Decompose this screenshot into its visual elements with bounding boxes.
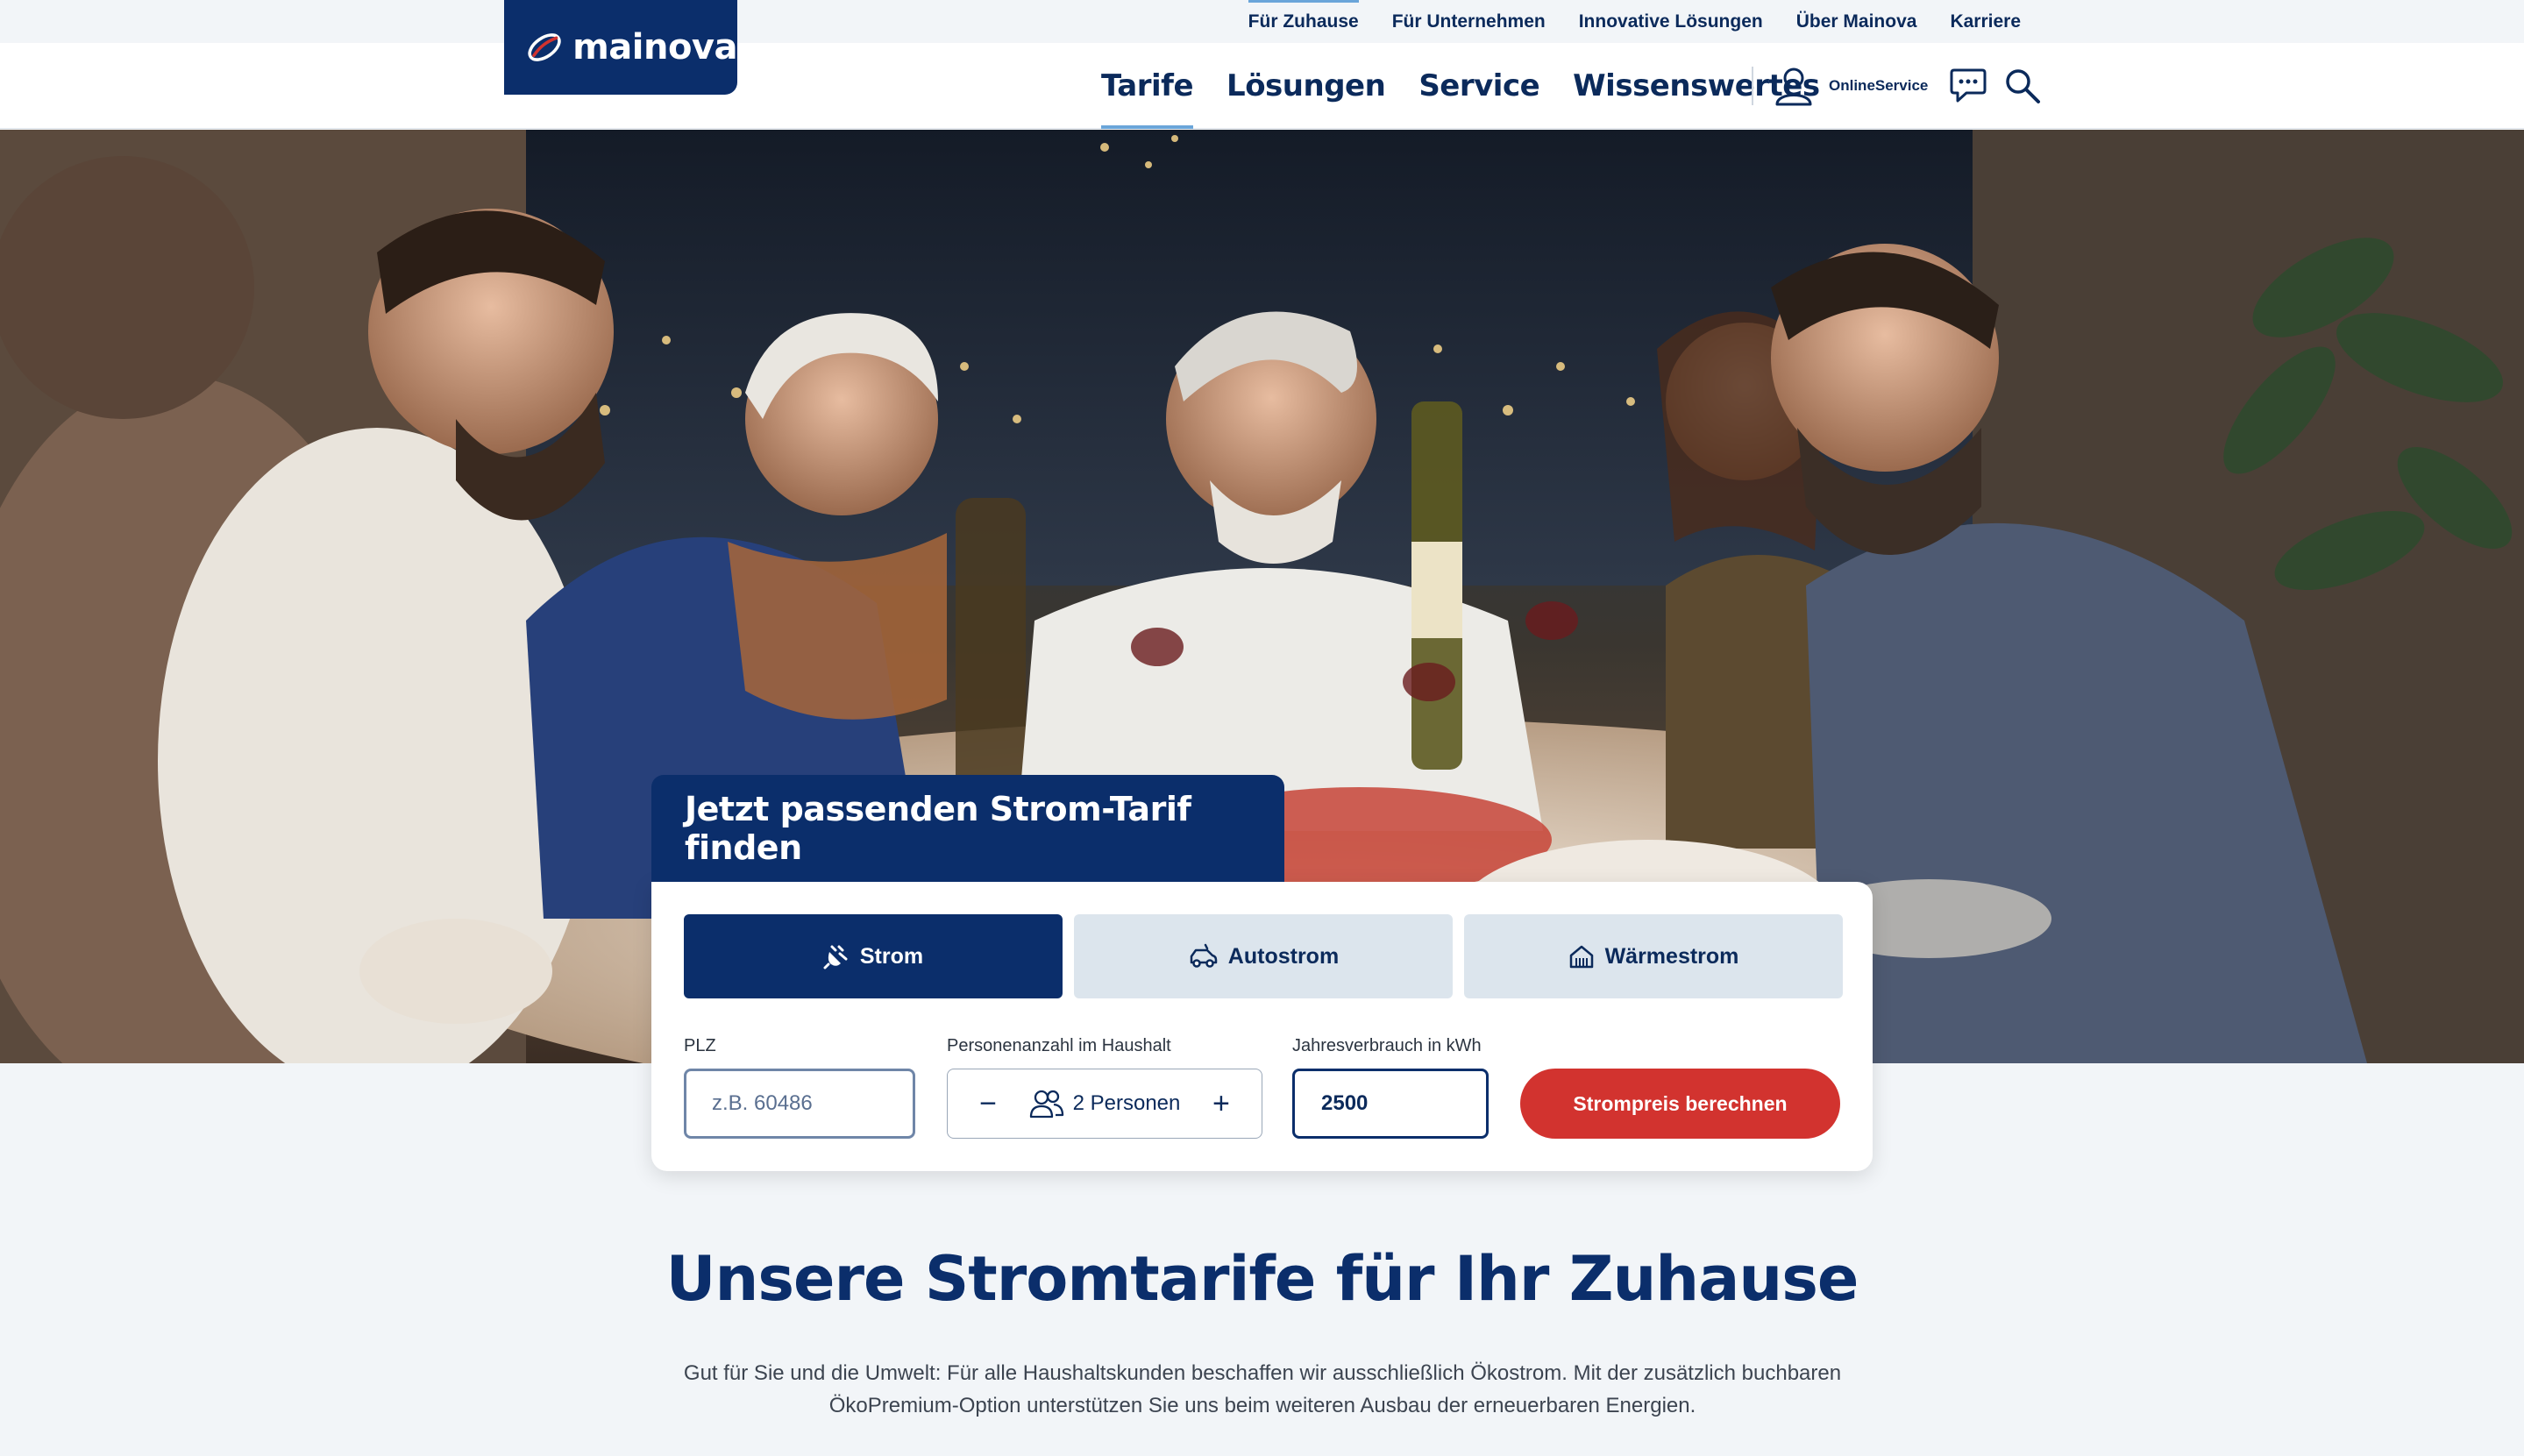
nav-tarife[interactable]: Tarife xyxy=(1101,43,1194,129)
persons-increment-button[interactable]: + xyxy=(1207,1089,1235,1119)
utility-links: Für Zuhause Für Unternehmen Innovative L… xyxy=(1248,0,2021,43)
online-service-link[interactable]: OnlineService xyxy=(1829,77,1928,95)
utility-link-unternehmen[interactable]: Für Unternehmen xyxy=(1392,0,1546,43)
nav-divider xyxy=(1752,67,1753,105)
utility-link-karriere[interactable]: Karriere xyxy=(1950,0,2021,43)
search-icon[interactable] xyxy=(2003,67,2042,105)
logo-mark-icon xyxy=(528,33,561,61)
tab-waermestrom-label: Wärmestrom xyxy=(1604,943,1739,969)
persons-value: 2 Personen xyxy=(1029,1089,1181,1119)
section-description: Gut für Sie und die Umwelt: Für alle Hau… xyxy=(683,1361,1842,1417)
plz-label: PLZ xyxy=(684,1036,716,1055)
user-icon[interactable] xyxy=(1774,66,1813,106)
house-heat-icon xyxy=(1569,945,1593,969)
logo-text: mainova xyxy=(572,27,737,67)
plug-icon xyxy=(823,945,848,969)
chat-icon[interactable] xyxy=(1949,67,1987,105)
mainova-logo[interactable]: mainova xyxy=(504,0,737,95)
tab-autostrom-label: Autostrom xyxy=(1227,943,1340,969)
finder-title: Jetzt passenden Strom-Tarif finden xyxy=(651,775,1284,882)
tab-waermestrom[interactable]: Wärmestrom xyxy=(1464,914,1843,998)
persons-value-text: 2 Personen xyxy=(1072,1091,1181,1115)
section-title: Unsere Stromtarife für Ihr Zuhause xyxy=(665,1243,1859,1315)
people-icon xyxy=(1029,1090,1063,1119)
kwh-input[interactable] xyxy=(1292,1069,1489,1139)
kwh-label: Jahresverbrauch in kWh xyxy=(1292,1036,1482,1055)
nav-service[interactable]: Service xyxy=(1418,43,1539,129)
utility-link-zuhause[interactable]: Für Zuhause xyxy=(1248,0,1359,43)
utility-link-innovative-loesungen[interactable]: Innovative Lösungen xyxy=(1579,0,1763,43)
car-icon xyxy=(1190,943,1218,968)
tariff-finder: Strom Autostrom Wärmestrom PLZ Personena… xyxy=(651,882,1873,1171)
nav-tools: OnlineService xyxy=(1752,43,2042,129)
utility-bar: Für Zuhause Für Unternehmen Innovative L… xyxy=(0,0,2524,43)
persons-stepper: − 2 Personen + xyxy=(947,1069,1262,1139)
tab-strom-label: Strom xyxy=(859,943,924,969)
primary-nav: Tarife Lösungen Service Wissenswertes xyxy=(1101,43,1820,129)
tab-autostrom[interactable]: Autostrom xyxy=(1074,914,1453,998)
persons-label: Personenanzahl im Haushalt xyxy=(947,1036,1171,1055)
nav-loesungen[interactable]: Lösungen xyxy=(1226,43,1386,129)
calculate-price-button[interactable]: Strompreis berechnen xyxy=(1520,1069,1840,1139)
tab-strom[interactable]: Strom xyxy=(684,914,1063,998)
utility-link-ueber-mainova[interactable]: Über Mainova xyxy=(1796,0,1917,43)
persons-decrement-button[interactable]: − xyxy=(974,1089,1002,1119)
energy-tabs: Strom Autostrom Wärmestrom xyxy=(684,914,1843,998)
plz-input[interactable] xyxy=(684,1069,915,1139)
